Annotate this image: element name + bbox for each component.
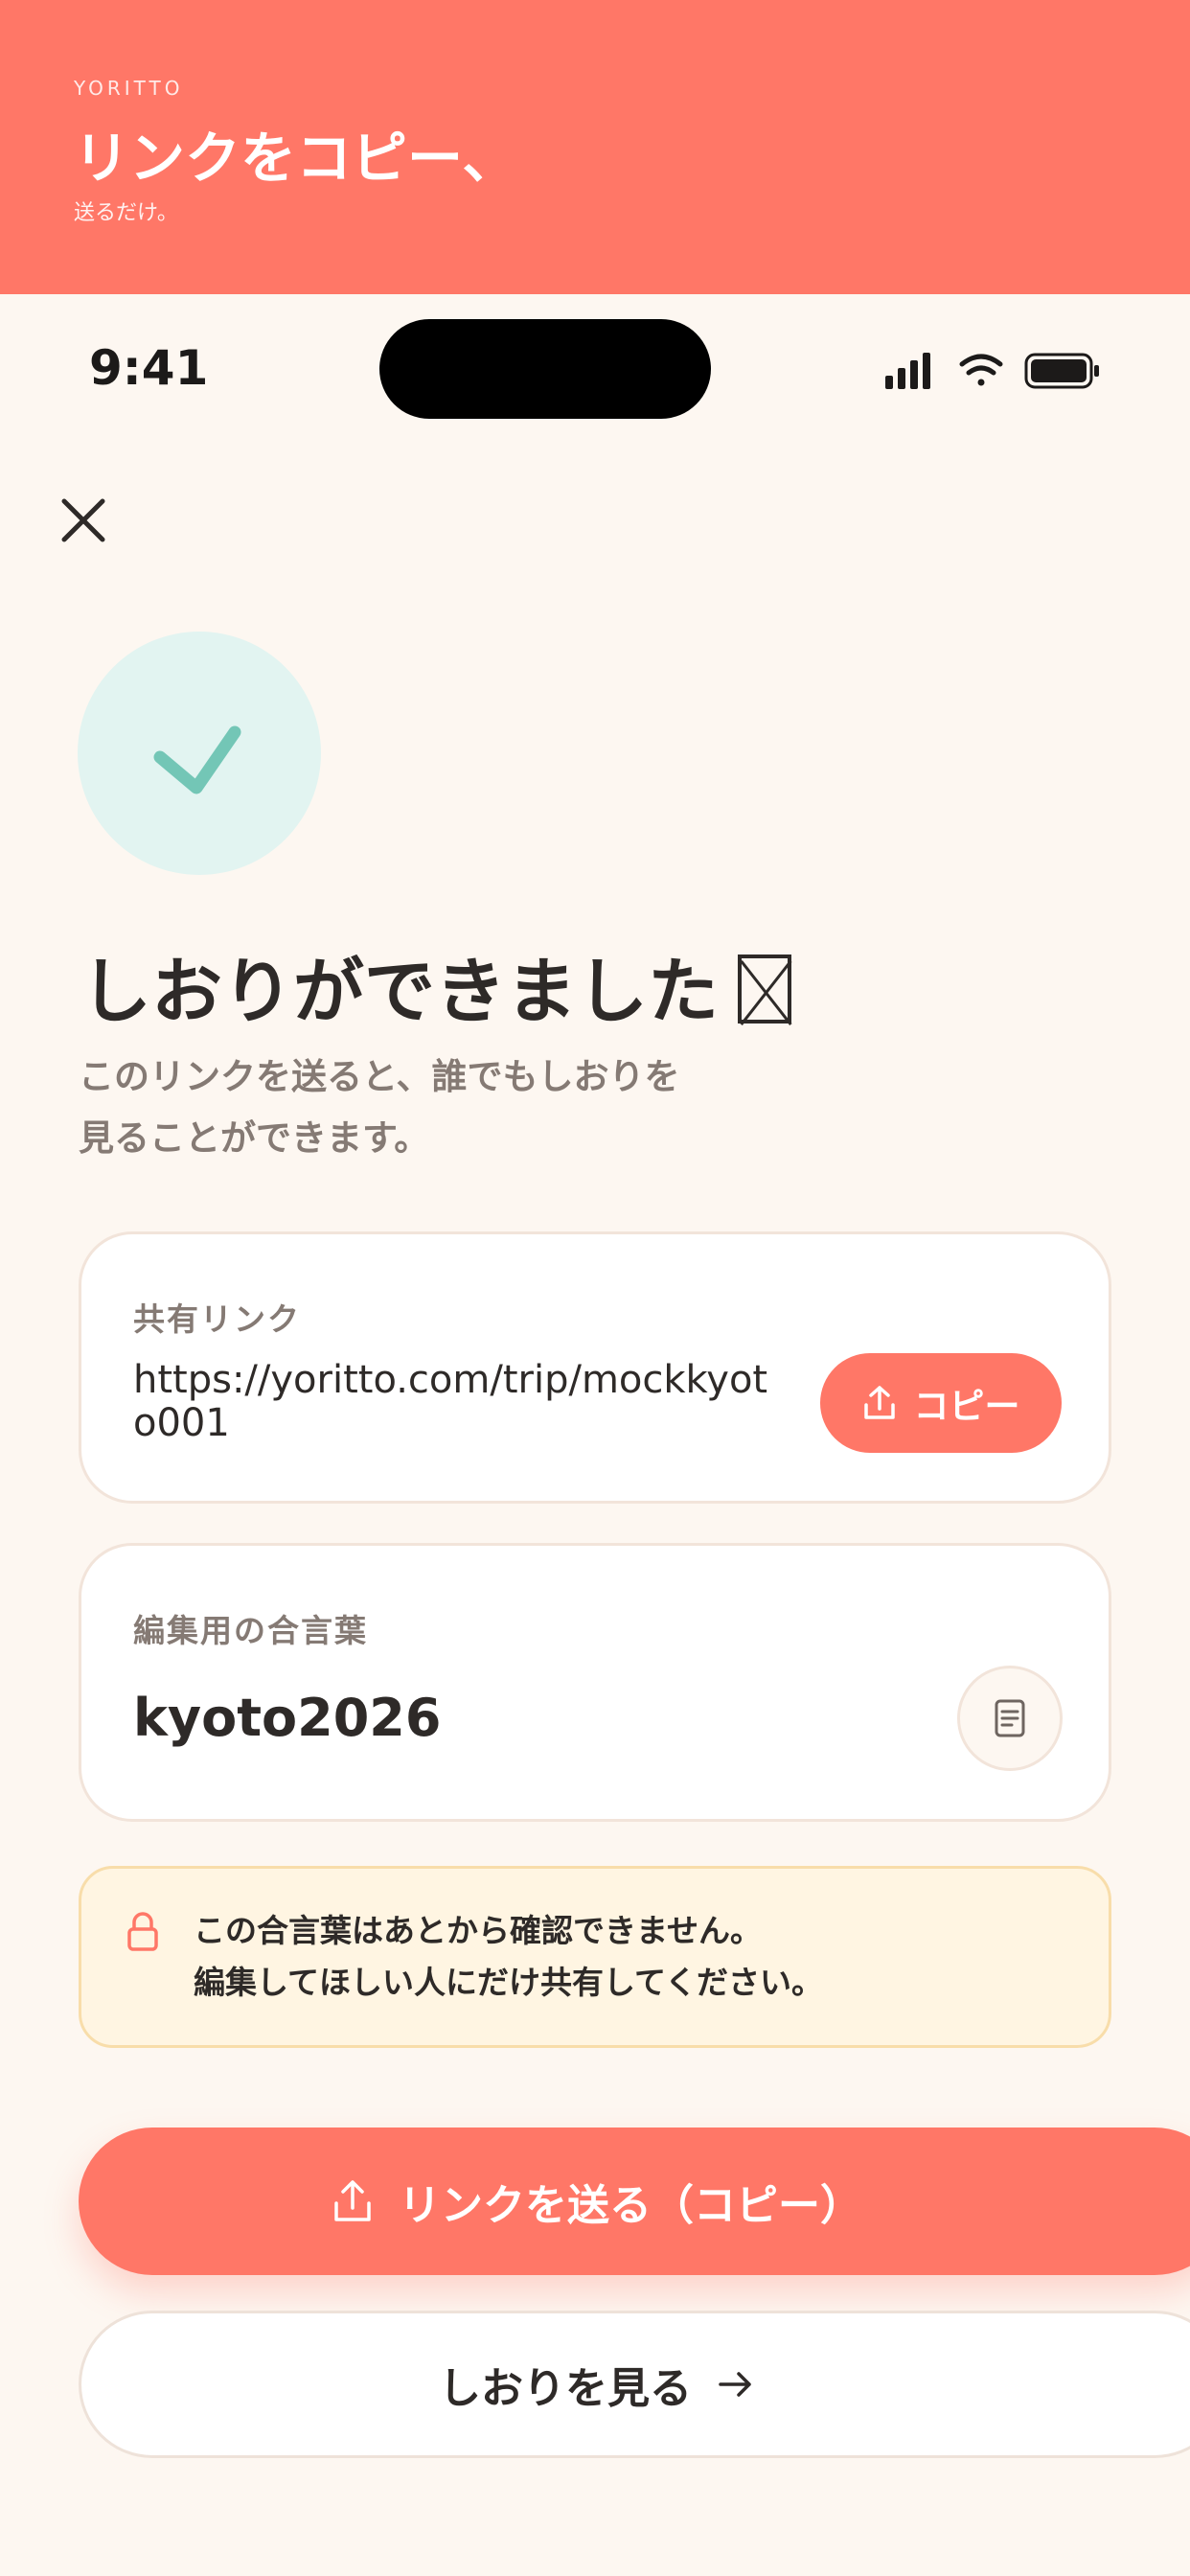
page: YORITTO リンクをコピー、 送るだけ。 9:41 しおりができました この…: [0, 0, 1190, 2576]
banner-subtitle: 送るだけ。: [74, 201, 178, 225]
notice-box: この合言葉はあとから確認できません。 編集してほしい人にだけ共有してください。: [79, 1866, 1111, 2048]
copy-password-button[interactable]: [957, 1666, 1063, 1771]
page-subtitle: このリンクを送ると、誰でもしおりを 見ることができます。: [79, 1046, 768, 1169]
dynamic-island: [379, 319, 711, 419]
banner-title: リンクをコピー、: [74, 126, 518, 191]
close-icon: [61, 498, 105, 542]
page-title-text: しおりができました: [80, 951, 719, 1033]
view-itinerary-button-label: しおりを見る: [439, 2364, 692, 2413]
share-link-card: 共有リンク https://yoritto.com/trip/mockkyoto…: [79, 1231, 1111, 1504]
notice-line-2: 編集してほしい人にだけ共有してください。: [194, 1964, 824, 2001]
send-link-button-label: リンクを送る（コピー）: [399, 2181, 862, 2230]
notice-text: この合言葉はあとから確認できません。 編集してほしい人にだけ共有してください。: [194, 1905, 823, 2009]
battery-icon: [1024, 353, 1099, 389]
success-badge: [78, 632, 321, 875]
copy-link-button-label: コピー: [913, 1386, 1020, 1427]
copy-link-button[interactable]: コピー: [820, 1353, 1062, 1453]
signal-icon: [885, 353, 930, 389]
wifi-icon: [959, 354, 1003, 386]
password-card: 編集用の合言葉 kyoto2026: [79, 1543, 1111, 1822]
status-icons: [885, 353, 1099, 389]
share-link-label: 共有リンク: [133, 1300, 301, 1338]
share-icon: [863, 1386, 895, 1419]
status-time: 9:41: [89, 340, 209, 396]
promo-banner: YORITTO リンクをコピー、 送るだけ。: [0, 0, 1190, 294]
document-copy-icon: [995, 1699, 1025, 1737]
page-subtitle-line-2: 見ることができます。: [79, 1117, 430, 1159]
view-itinerary-button-content: しおりを見る: [439, 2354, 755, 2415]
page-subtitle-line-1: このリンクを送ると、誰でもしおりを: [79, 1056, 680, 1097]
share-icon: [334, 2180, 371, 2221]
share-link-url[interactable]: https://yoritto.com/trip/mockkyoto001: [133, 1359, 785, 1445]
banner-brand: YORITTO: [74, 77, 184, 100]
send-link-button[interactable]: リンクを送る（コピー）: [79, 2128, 1190, 2275]
send-link-button-content: リンクを送る（コピー）: [332, 2171, 862, 2232]
lock-icon: [127, 1912, 158, 1951]
view-itinerary-button[interactable]: しおりを見る: [79, 2311, 1190, 2458]
close-button[interactable]: [56, 493, 111, 548]
arrow-right-icon: [719, 2372, 751, 2397]
page-title: しおりができました: [80, 934, 791, 1037]
notice-line-1: この合言葉はあとから確認できません。: [194, 1912, 763, 1949]
password-value: kyoto2026: [133, 1688, 442, 1748]
missing-glyph-icon: [738, 954, 791, 1024]
checkmark-icon: [153, 725, 241, 794]
password-label: 編集用の合言葉: [133, 1612, 368, 1649]
